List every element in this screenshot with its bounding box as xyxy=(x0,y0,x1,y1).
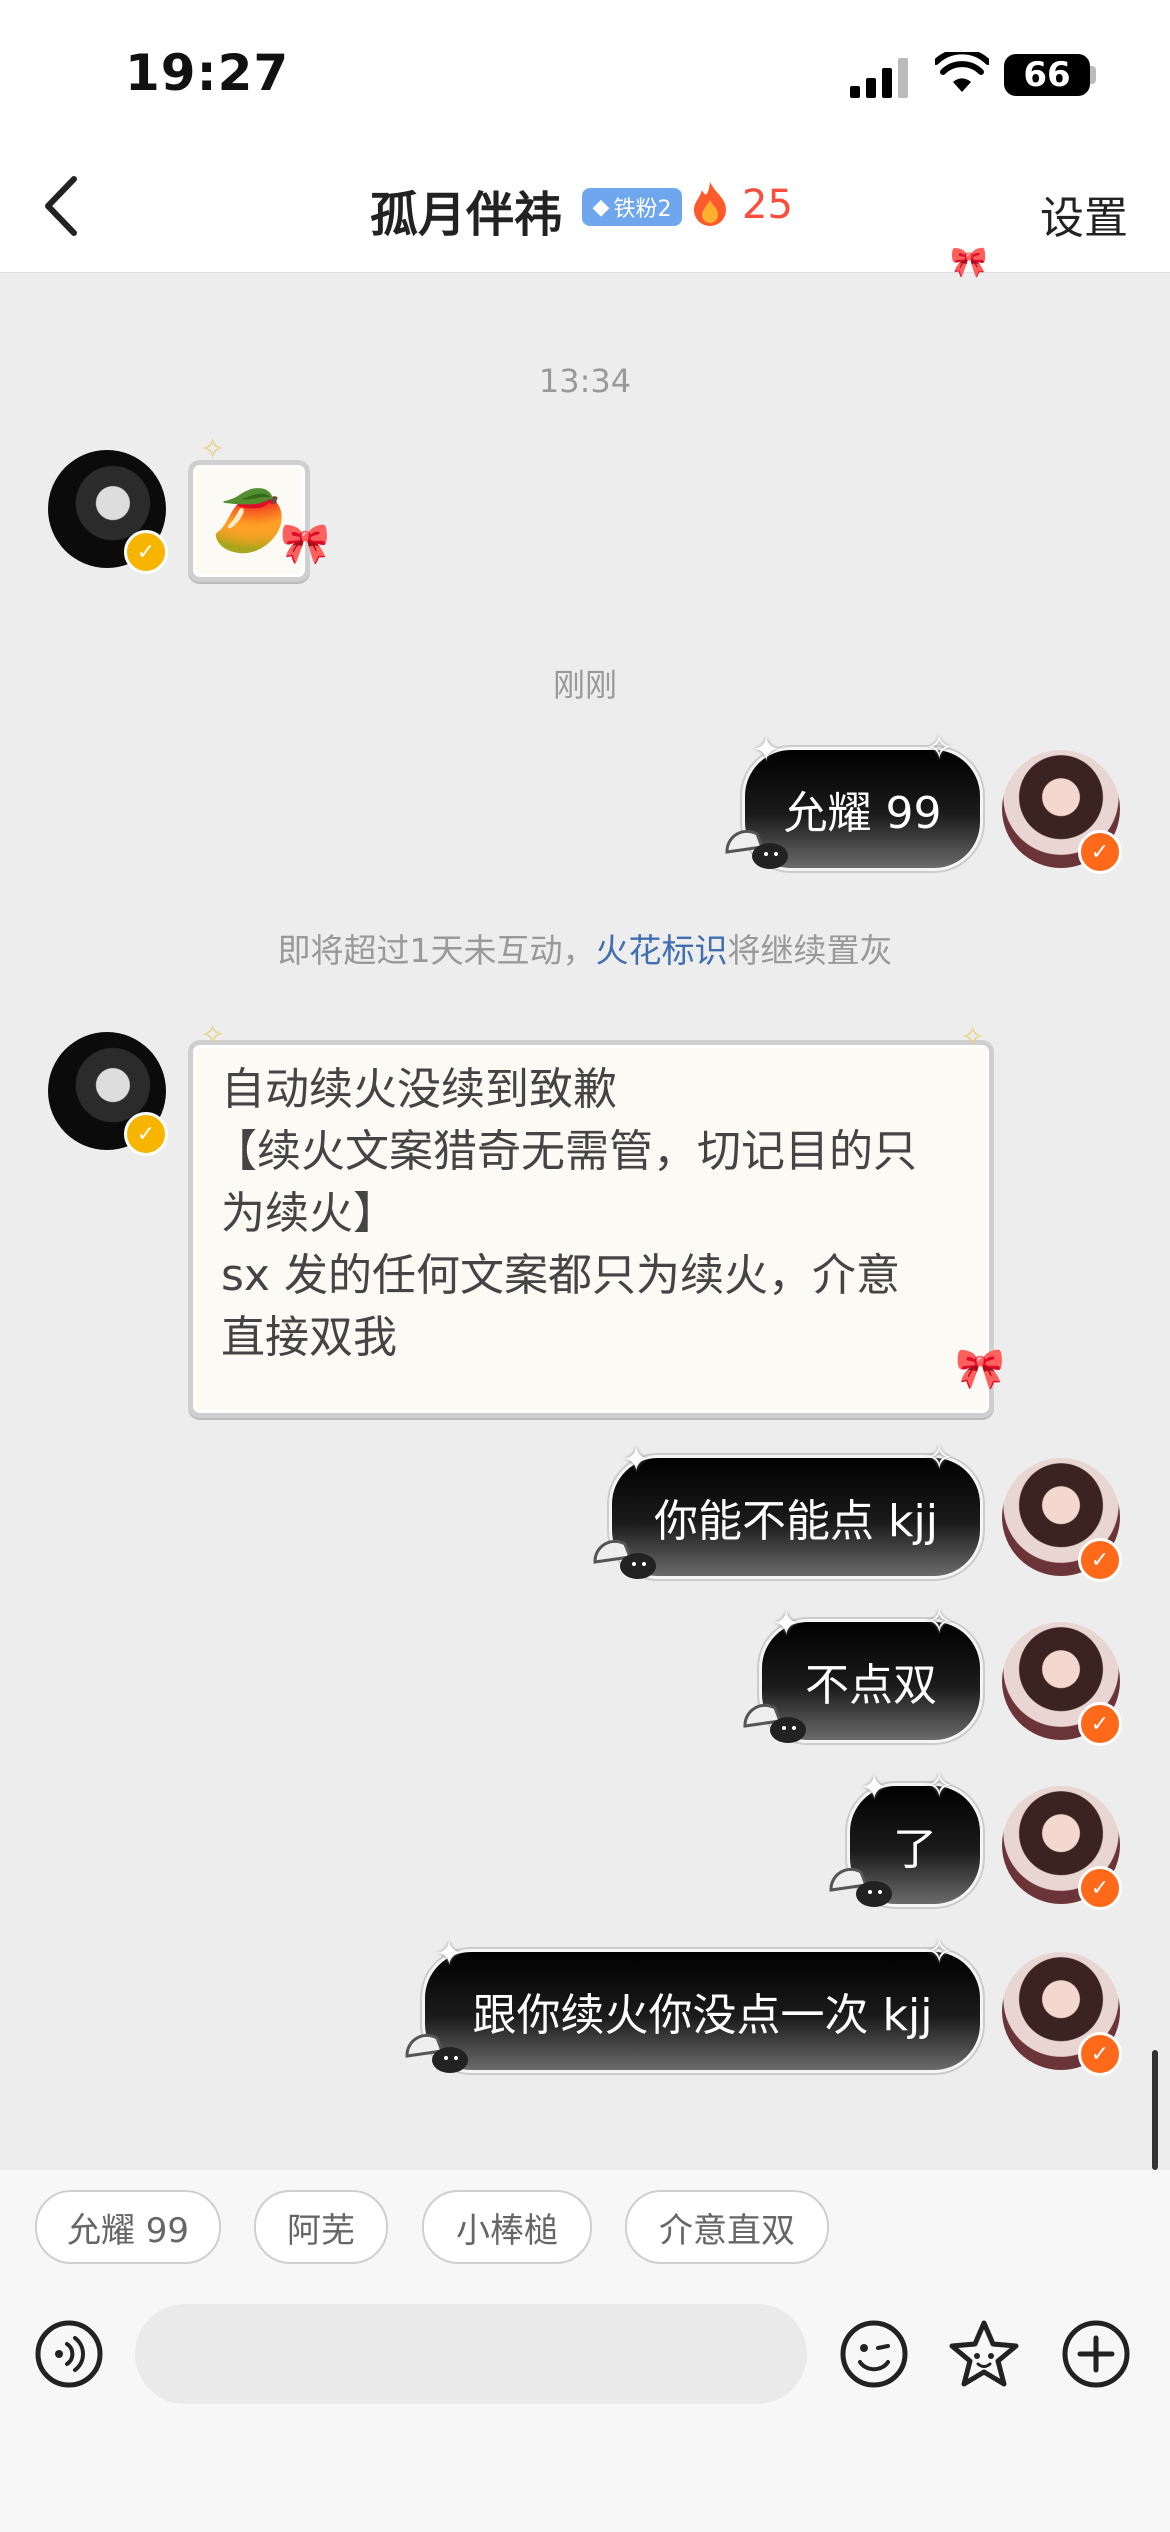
bow-decoration-icon: 🎀 xyxy=(955,1346,1005,1392)
sparkle-icon: ✧ xyxy=(925,728,954,768)
bow-decoration-icon: 🎀 xyxy=(280,521,330,567)
verified-badge-icon: ✓ xyxy=(1078,830,1122,874)
verified-badge-icon: ✓ xyxy=(124,530,168,574)
notice-text: 即将超过1天未互动， xyxy=(277,931,596,970)
quick-reply-chip[interactable]: 小棒槌 xyxy=(422,2190,592,2264)
fan-level-badge: ◆ 铁粉2 xyxy=(582,188,682,226)
verified-badge-icon: ✓ xyxy=(1078,2032,1122,2076)
sparkle-icon: ✦ xyxy=(772,1604,801,1644)
flame-icon xyxy=(694,182,726,226)
puppy-decoration-icon xyxy=(725,829,788,869)
verified-badge-icon: ✓ xyxy=(1078,1866,1122,1910)
sparkle-icon: ✧ xyxy=(925,1438,954,1478)
puppy-decoration-icon xyxy=(743,1703,806,1743)
quick-reply-chip[interactable]: 允耀 99 xyxy=(35,2190,221,2264)
voice-input-icon[interactable] xyxy=(35,2320,103,2388)
quick-reply-chip[interactable]: 介意直双 xyxy=(625,2190,829,2264)
message-text: 允耀 99 xyxy=(783,788,942,839)
battery-cap xyxy=(1090,66,1096,84)
plus-icon[interactable] xyxy=(1062,2320,1130,2388)
message-line: sx 发的任何文案都只为续火，介意 xyxy=(221,1250,900,1301)
verified-badge-icon: ✓ xyxy=(1078,1702,1122,1746)
message-text: 不点双 xyxy=(805,1660,937,1711)
sparkle-icon: ✧ xyxy=(925,1932,954,1972)
sparkle-icon: ✦ xyxy=(622,1440,651,1480)
fan-level-label: 铁粉2 xyxy=(613,197,672,222)
settings-button[interactable]: 设置 xyxy=(1040,182,1128,246)
message-text: 了 xyxy=(893,1824,937,1875)
bow-decoration-icon: ✧ xyxy=(200,432,226,467)
puppy-decoration-icon xyxy=(405,2033,468,2073)
timestamp: 刚刚 xyxy=(552,666,617,704)
status-time: 19:27 xyxy=(125,44,290,102)
message-bubble-sent[interactable]: 跟你续火你没点一次 kjj xyxy=(425,1952,980,2070)
wifi-icon xyxy=(935,52,989,92)
mango-emoji: 🥭 xyxy=(211,486,287,556)
sparkle-icon: ✧ xyxy=(200,1018,226,1053)
cellular-signal-icon xyxy=(850,58,908,98)
sparkle-icon: ✧ xyxy=(925,1602,954,1642)
message-text: 你能不能点 kjj xyxy=(654,1496,938,1547)
diamond-icon: ◆ xyxy=(592,194,610,220)
bow-decoration-icon: 🎀 xyxy=(950,245,988,280)
sparkle-icon: ✦ xyxy=(752,730,781,770)
message-line: 直接双我 xyxy=(221,1312,397,1363)
puppy-decoration-icon xyxy=(829,1867,892,1907)
message-line: 自动续火没续到致歉 xyxy=(221,1064,617,1115)
verified-badge-icon: ✓ xyxy=(124,1112,168,1156)
quick-reply-chip[interactable]: 阿芜 xyxy=(254,2190,388,2264)
message-line: 【续火文案猎奇无需管，切记目的只 xyxy=(213,1126,917,1177)
spark-badge-link[interactable]: 火花标识 xyxy=(596,931,728,970)
sparkle-icon: ✧ xyxy=(925,1766,954,1806)
timestamp: 13:34 xyxy=(538,362,632,400)
streak-count: 25 xyxy=(742,182,793,228)
battery-indicator: 66 xyxy=(1004,54,1090,96)
message-line: 为续火】 xyxy=(221,1188,397,1239)
scrollbar[interactable] xyxy=(1152,2050,1158,2170)
message-text: 跟你续火你没点一次 kjj xyxy=(472,1990,933,2041)
chevron-left-icon xyxy=(45,176,77,236)
sticker-star-icon[interactable] xyxy=(948,2318,1020,2390)
message-bubble-received[interactable]: 自动续火没续到致歉 【续火文案猎奇无需管，切记目的只 为续火】 sx 发的任何文… xyxy=(188,1040,994,1418)
sparkle-icon: ✦ xyxy=(435,1934,464,1974)
message-input[interactable] xyxy=(135,2304,807,2404)
emoji-icon[interactable] xyxy=(840,2320,908,2388)
spark-notice: 即将超过1天未互动，火花标识将继续置灰 xyxy=(0,924,1170,972)
chat-title[interactable]: 孤月伴祎 xyxy=(370,175,562,245)
notice-text: 将继续置灰 xyxy=(727,931,893,970)
puppy-decoration-icon xyxy=(593,1539,656,1579)
verified-badge-icon: ✓ xyxy=(1078,1538,1122,1582)
sparkle-icon: ✧ xyxy=(960,1020,986,1055)
sparkle-icon: ✦ xyxy=(860,1768,889,1808)
back-button[interactable] xyxy=(30,170,90,242)
